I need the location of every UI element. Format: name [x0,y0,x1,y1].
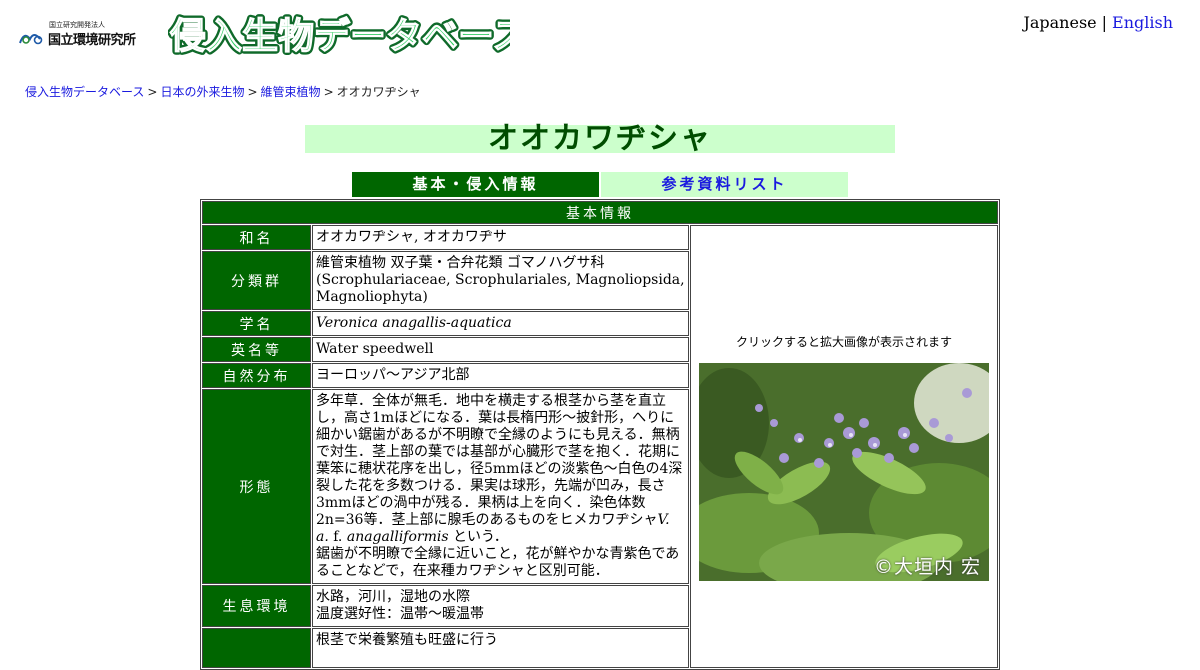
row-value-native-range: ヨーロッパ～アジア北部 [312,363,689,388]
row-label-morphology: 形態 [202,389,311,584]
lang-english-link[interactable]: English [1112,13,1173,32]
row-value-reproduction: 根茎で栄養繁殖も旺盛に行う [312,628,689,668]
table-row: 和名 オオカワヂシャ, オオカワヂサ クリックすると拡大画像が表示されます ©大… [202,225,998,668]
row-value-english-name: Water speedwell [312,337,689,362]
row-label-japanese-name: 和名 [202,225,311,250]
lang-separator: | [1101,13,1108,32]
org-name: 国立環境研究所 [48,33,136,48]
breadcrumb-link-database[interactable]: 侵入生物データベース [25,85,144,99]
row-label-native-range: 自然分布 [202,363,311,388]
lang-japanese: Japanese [1023,13,1097,32]
photo-credit: ©大垣内 宏 [873,556,981,578]
habitat-temperature: 温度選好性：温帯～暖温帯 [316,606,484,622]
morphology-distinction: 鋸歯が不明瞭で全縁に近いこと，花が鮮やかな青紫色であることなどで，在来種カワヂシ… [316,546,680,579]
basic-info-table: 基本情報 和名 オオカワヂシャ, オオカワヂサ クリックすると拡大画像が表示され… [200,199,1000,670]
row-value-morphology: 多年草．全体が無毛．地中を横走する根茎から茎を直立し，高さ1mほどになる．葉は長… [312,389,689,584]
morphology-text: f. [328,529,347,545]
row-value-habitat: 水路，河川，湿地の水際 温度選好性：温帯～暖温帯 [312,585,689,627]
breadcrumb-separator: > [323,85,334,99]
morphology-text: という． [448,529,508,545]
row-label-reproduction [202,628,311,668]
breadcrumb-separator: > [147,85,158,99]
breadcrumb-current: オオカワヂシャ [336,85,421,99]
species-photo-image [699,363,989,581]
row-label-habitat: 生息環境 [202,585,311,627]
breadcrumb: 侵入生物データベース > 日本の外来生物 > 維管束植物 > オオカワヂシャ [25,83,421,100]
morphology-text: 多年草．全体が無毛．地中を横走する根茎から茎を直立し，高さ1mほどになる．葉は長… [316,393,683,528]
row-label-english-name: 英名等 [202,337,311,362]
breadcrumb-link-alien-species[interactable]: 日本の外来生物 [160,85,244,99]
row-label-scientific-name: 学名 [202,311,311,336]
row-label-taxon: 分類群 [202,251,311,310]
language-switcher: Japanese | English [1023,13,1173,32]
row-value-japanese-name: オオカワヂシャ, オオカワヂサ [312,225,689,250]
row-value-taxon: 維管束植物 双子葉・合弁花類 ゴマノハグサ科 (Scrophulariaceae… [312,251,689,310]
photo-cell: クリックすると拡大画像が表示されます ©大垣内 宏 [690,225,998,668]
habitat-line: 水路，河川，湿地の水際 [316,589,470,605]
page-title: オオカワヂシャ [305,124,895,154]
section-header: 基本情報 [202,201,998,224]
nies-logo-mark [19,34,43,45]
photo-caption: クリックすると拡大画像が表示されます [735,335,952,349]
site-title-banner[interactable]: 侵入生物データベース 侵入生物データベース [168,10,510,60]
nies-logo[interactable]: 国立研究開発法人 国立環境研究所 [18,20,153,48]
tab-reference-list[interactable]: 参考資料リスト [601,172,848,197]
species-photo[interactable]: ©大垣内 宏 [699,363,989,581]
breadcrumb-separator: > [247,85,258,99]
breadcrumb-link-vascular-plants[interactable]: 維管束植物 [261,85,321,99]
site-title-text: 侵入生物データベース [169,15,510,57]
tab-basic-info[interactable]: 基本・侵入情報 [352,172,599,197]
row-value-scientific-name: Veronica anagallis-aquatica [312,311,689,336]
morphology-taxon-italic: anagalliformis [346,529,449,545]
